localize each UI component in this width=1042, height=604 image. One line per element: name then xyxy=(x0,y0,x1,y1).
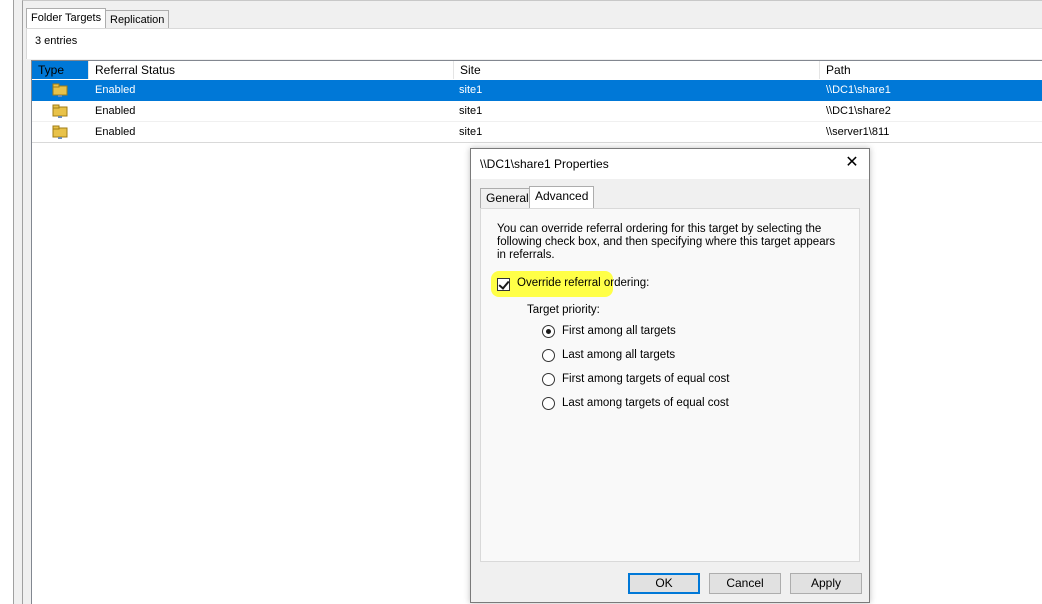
tab-general[interactable]: General xyxy=(480,188,535,208)
checkbox-label: Override referral ordering: xyxy=(517,277,650,289)
tab-label: Advanced xyxy=(535,189,589,203)
site-cell: site1 xyxy=(459,126,483,138)
apply-button[interactable]: Apply xyxy=(790,573,862,594)
target-priority-label: Target priority: xyxy=(527,304,600,316)
path-cell: \\server1\811 xyxy=(826,126,890,138)
entries-bar: 3 entries xyxy=(26,28,1042,59)
shared-folder-icon xyxy=(52,104,68,118)
referral-status-cell: Enabled xyxy=(95,84,136,96)
tab-label: Replication xyxy=(110,14,165,26)
column-label: Type xyxy=(38,63,65,77)
tab-replication[interactable]: Replication xyxy=(105,10,170,28)
column-header-site[interactable]: Site xyxy=(454,61,820,79)
dialog-title: \\DC1\share1 Properties xyxy=(480,157,609,171)
description-text: You can override referral ordering for t… xyxy=(497,223,836,261)
tab-folder-targets[interactable]: Folder Targets xyxy=(26,8,107,30)
column-header-referral-status[interactable]: Referral Status xyxy=(89,61,454,79)
site-cell: site1 xyxy=(459,105,483,117)
type-cell xyxy=(32,80,89,101)
type-cell xyxy=(32,101,89,122)
shared-folder-icon xyxy=(52,125,68,139)
table-row[interactable]: Enabled site1 \\DC1\share1 xyxy=(32,80,1042,101)
table-row[interactable]: Enabled site1 \\server1\811 xyxy=(32,122,1042,143)
column-label: Path xyxy=(826,63,851,77)
column-label: Referral Status xyxy=(95,63,176,77)
column-header-path[interactable]: Path xyxy=(820,61,1042,79)
radio-label: Last among all targets xyxy=(562,349,676,361)
dialog-titlebar[interactable]: \\DC1\share1 Properties ✕ xyxy=(471,149,869,179)
radio-unselected-icon[interactable] xyxy=(542,373,555,386)
column-header-type[interactable]: Type xyxy=(32,61,89,79)
ok-button[interactable]: OK xyxy=(628,573,700,594)
radio-label: First among targets of equal cost xyxy=(562,373,730,385)
referral-status-cell: Enabled xyxy=(95,105,136,117)
referral-status-cell: Enabled xyxy=(95,126,136,138)
tab-label: Folder Targets xyxy=(31,12,102,24)
left-strip xyxy=(0,0,14,604)
tab-label: General xyxy=(486,191,529,205)
radio-label: Last among targets of equal cost xyxy=(562,397,729,409)
site-cell: site1 xyxy=(459,84,483,96)
advanced-panel: You can override referral ordering for t… xyxy=(480,208,860,562)
radio-unselected-icon[interactable] xyxy=(542,349,555,362)
entries-count: 3 entries xyxy=(35,35,78,47)
radio-label: First among all targets xyxy=(562,325,676,337)
tab-advanced[interactable]: Advanced xyxy=(529,186,595,208)
path-cell: \\DC1\share1 xyxy=(826,84,891,96)
path-cell: \\DC1\share2 xyxy=(826,105,891,117)
properties-dialog: \\DC1\share1 Properties ✕ General Advanc… xyxy=(470,148,870,603)
type-cell xyxy=(32,122,89,143)
radio-unselected-icon[interactable] xyxy=(542,397,555,410)
cancel-button[interactable]: Cancel xyxy=(709,573,781,594)
column-label: Site xyxy=(460,63,481,77)
table-row[interactable]: Enabled site1 \\DC1\share2 xyxy=(32,101,1042,122)
close-icon[interactable]: ✕ xyxy=(843,154,861,172)
radio-selected-icon[interactable] xyxy=(542,325,555,338)
shared-folder-icon xyxy=(52,83,68,97)
checkbox-checked-icon[interactable] xyxy=(497,278,510,291)
